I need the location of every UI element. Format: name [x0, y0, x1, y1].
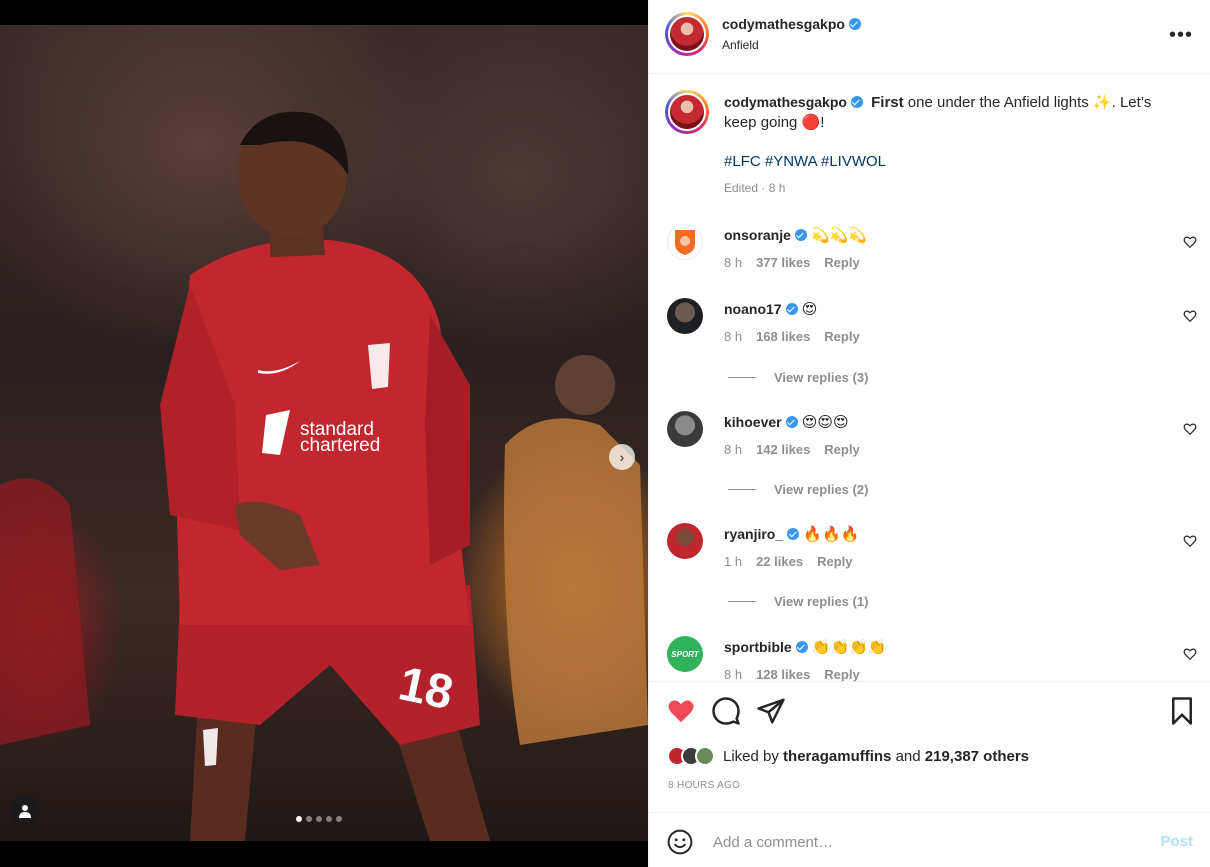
caption-edited-time: Edited · 8 h [724, 181, 786, 195]
commenter-username[interactable]: ryanjiro_ [724, 526, 783, 542]
comment-time: 8 h [724, 255, 743, 270]
share-icon[interactable] [756, 696, 786, 726]
chevron-right-icon: › [619, 449, 625, 465]
comment-time: 1 h [724, 554, 743, 569]
comment-text: 👏👏👏👏 [811, 639, 887, 656]
commenter-username[interactable]: kihoever [724, 414, 782, 430]
reply-button[interactable]: Reply [824, 329, 859, 344]
player-illustration: standard chartered 18 [0, 111, 648, 841]
caption-username[interactable]: codymathesgakpo [724, 94, 847, 110]
post-location[interactable]: Anfield [722, 38, 759, 52]
caption-bold: First [871, 94, 904, 111]
commenter-avatar[interactable] [667, 298, 703, 334]
caption-author-avatar[interactable] [665, 90, 709, 134]
carousel-dot [296, 816, 302, 822]
post-media: standard chartered 18 › [0, 0, 648, 867]
liked-by-mid: and [891, 747, 925, 765]
verified-badge-icon [785, 303, 798, 315]
heart-outline-icon[interactable] [1183, 422, 1197, 436]
post-actions: Liked by theragamuffins and 219,387 othe… [649, 681, 1210, 812]
verified-badge-icon [795, 641, 808, 653]
author-avatar[interactable] [665, 12, 709, 56]
view-replies-label: View replies (1) [774, 594, 869, 609]
comment-time: 8 h [724, 667, 743, 681]
heart-filled-icon[interactable] [666, 696, 696, 726]
verified-badge-icon [787, 528, 800, 540]
bookmark-icon[interactable] [1167, 696, 1197, 726]
comment-icon[interactable] [711, 696, 741, 726]
comment-likes[interactable]: 128 likes [756, 667, 810, 681]
sportbible-logo-icon: SPORT [671, 649, 699, 659]
author-username[interactable]: codymathesgakpo [722, 16, 845, 32]
comment-time: 8 h [724, 329, 743, 344]
carousel-dot [336, 816, 342, 822]
comment-input[interactable] [713, 829, 1133, 855]
comment-text: 😍 [801, 301, 818, 318]
commenter-avatar[interactable]: SPORT [667, 636, 703, 672]
verified-badge-icon [848, 18, 861, 30]
heart-outline-icon[interactable] [1183, 309, 1197, 323]
view-replies-label: View replies (3) [774, 370, 869, 385]
liked-by-user[interactable]: theragamuffins [783, 748, 891, 765]
verified-badge-icon [794, 229, 807, 241]
post-time-ago: 8 HOURS AGO [668, 780, 741, 791]
caption-hashtags[interactable]: #LFC #YNWA #LIVWOL [724, 153, 886, 170]
more-options-icon[interactable]: ••• [1169, 24, 1193, 47]
carousel-dot [326, 816, 332, 822]
carousel-dot [316, 816, 322, 822]
next-slide-button[interactable]: › [609, 444, 635, 470]
post-photo[interactable]: standard chartered 18 › [0, 25, 648, 841]
commenter-avatar[interactable] [667, 224, 703, 260]
knvb-logo-icon [675, 230, 695, 255]
comment-text: 😍😍😍 [801, 414, 849, 431]
user-icon [19, 805, 31, 818]
post-side-panel: codymathesgakpo Anfield ••• codymathesga… [648, 0, 1210, 867]
commenter-avatar[interactable] [667, 523, 703, 559]
commenter-username[interactable]: onsoranje [724, 227, 791, 243]
comment-text: 🔥🔥🔥 [803, 526, 860, 543]
comment-text: 💫💫💫 [811, 227, 868, 244]
reply-button[interactable]: Reply [824, 667, 859, 681]
comment-composer: Post [649, 812, 1210, 867]
commenter-username[interactable]: noano17 [724, 301, 782, 317]
view-replies-button[interactable]: View replies (3) [728, 370, 868, 385]
liker-avatar [695, 746, 715, 766]
verified-badge-icon [850, 96, 863, 108]
verified-badge-icon [785, 416, 798, 428]
comment-likes[interactable]: 142 likes [756, 442, 810, 457]
post-comment-button[interactable]: Post [1160, 833, 1193, 850]
comment-likes[interactable]: 168 likes [756, 329, 810, 344]
liked-by-prefix: Liked by [723, 747, 784, 765]
likes-count[interactable]: 219,387 others [925, 748, 1029, 765]
carousel-dot [306, 816, 312, 822]
emoji-icon[interactable] [667, 829, 693, 855]
caption-text: codymathesgakpo First one under the Anfi… [724, 92, 1164, 133]
comment-likes[interactable]: 377 likes [756, 255, 810, 270]
likes-summary: Liked by theragamuffins and 219,387 othe… [667, 746, 1029, 766]
reply-button[interactable]: Reply [824, 442, 859, 457]
heart-outline-icon[interactable] [1183, 534, 1197, 548]
view-replies-label: View replies (2) [774, 482, 869, 497]
comment-likes[interactable]: 22 likes [756, 554, 803, 569]
svg-text:chartered: chartered [300, 435, 380, 456]
comment-time: 8 h [724, 442, 743, 457]
post-header: codymathesgakpo Anfield ••• [649, 0, 1210, 74]
commenter-username[interactable]: sportbible [724, 639, 792, 655]
reply-button[interactable]: Reply [824, 255, 859, 270]
comments-list: codymathesgakpo First one under the Anfi… [649, 74, 1210, 681]
reply-button[interactable]: Reply [817, 554, 852, 569]
view-replies-button[interactable]: View replies (1) [728, 594, 868, 609]
view-replies-button[interactable]: View replies (2) [728, 482, 868, 497]
carousel-indicator [296, 816, 342, 822]
heart-outline-icon[interactable] [1183, 235, 1197, 249]
heart-outline-icon[interactable] [1183, 647, 1197, 661]
svg-text:18: 18 [394, 657, 457, 720]
commenter-avatar[interactable] [667, 411, 703, 447]
tagged-users-button[interactable] [10, 796, 40, 826]
